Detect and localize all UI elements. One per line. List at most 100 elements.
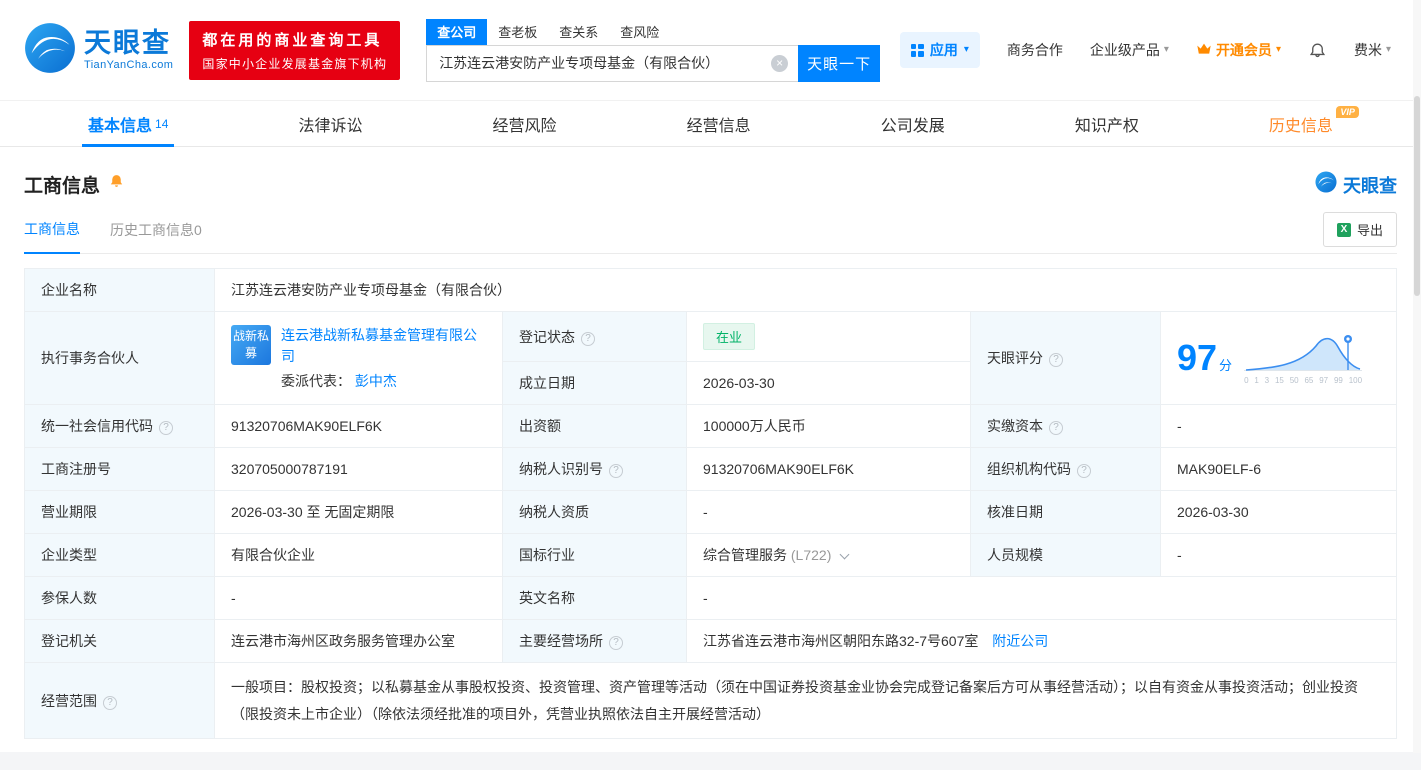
reg-authority-label: 登记机关 — [24, 619, 215, 663]
search-tab-company[interactable]: 查公司 — [426, 18, 488, 45]
brand-domain: TianYanCha.com — [84, 58, 174, 71]
notifications-bell-icon[interactable] — [1308, 41, 1327, 60]
open-vip-button[interactable]: 开通会员 ▾ — [1196, 40, 1281, 60]
search-input-wrap: × — [426, 44, 799, 82]
search-button[interactable]: 天眼一下 — [798, 44, 881, 82]
scrollbar-thumb[interactable] — [1414, 96, 1420, 296]
section-header: 工商信息 天眼查 — [24, 171, 1397, 198]
tab-basic-info[interactable]: 基本信息 14 — [60, 101, 196, 147]
search-tab-risk[interactable]: 查风险 — [609, 19, 670, 45]
tab-intellectual-property[interactable]: 知识产权 — [1047, 101, 1167, 146]
business-place-value: 江苏省连云港市海州区朝阳东路32-7号607室 附近公司 — [686, 619, 1397, 663]
delegate-name-link[interactable]: 彭中杰 — [355, 373, 397, 389]
header-menu: 应用 ▾ 商务合作 企业级产品 ▾ 开通会员 ▾ 费米 ▾ — [899, 32, 1391, 68]
capital-value: 100000万人民币 — [686, 404, 971, 448]
help-icon[interactable]: ? — [159, 421, 173, 435]
main-content: 工商信息 天眼查 工商信息 历史工商信息0 X 导出 企业名称 江苏连云港安防产… — [0, 171, 1421, 740]
search-area: 查公司 查老板 查关系 查风险 × 天眼一下 — [426, 18, 881, 82]
section-title: 工商信息 — [24, 176, 101, 197]
business-info-table: 企业名称 江苏连云港安防产业专项母基金（有限合伙） 执行事务合伙人 战新私募 连… — [24, 268, 1397, 740]
menu-enterprise-products[interactable]: 企业级产品 ▾ — [1090, 40, 1169, 60]
tab-history-info[interactable]: 历史信息 VIP — [1241, 101, 1361, 146]
org-code-value: MAK90ELF-6 — [1160, 447, 1397, 491]
chevron-down-icon: ▾ — [1163, 44, 1169, 55]
page-bottom-background — [0, 752, 1421, 770]
business-info-subtabs: 工商信息 历史工商信息0 X 导出 — [24, 210, 1397, 254]
search-tab-relation[interactable]: 查关系 — [548, 19, 609, 45]
tab-history-info-label: 历史信息 — [1268, 117, 1333, 135]
approval-date-value: 2026-03-30 — [1160, 490, 1397, 534]
monitor-bell-icon[interactable] — [108, 173, 125, 196]
help-icon[interactable]: ? — [1049, 353, 1063, 367]
tab-company-development[interactable]: 公司发展 — [853, 101, 973, 146]
crown-icon — [1196, 42, 1212, 59]
establish-date-value: 2026-03-30 — [686, 361, 971, 405]
search-tab-boss[interactable]: 查老板 — [487, 19, 548, 45]
score-chart-ticks: 01 3 15 50 65 97 99 100 — [1244, 375, 1363, 385]
export-button[interactable]: X 导出 — [1322, 212, 1397, 247]
vip-label: 开通会员 — [1215, 42, 1272, 58]
table-row: 参保人数 - 英文名称 - — [24, 576, 1397, 620]
help-icon[interactable]: ? — [609, 636, 623, 650]
table-row: 登记机关 连云港市海州区政务服务管理办公室 主要经营场所? 江苏省连云港市海州区… — [24, 619, 1397, 663]
enterprise-label: 企业级产品 — [1089, 42, 1160, 58]
help-icon[interactable]: ? — [581, 331, 595, 346]
company-type-label: 企业类型 — [24, 533, 215, 577]
taxpayer-id-label: 纳税人识别号? — [502, 447, 687, 491]
partner-company-link[interactable]: 连云港战新私募基金管理有限公司 — [281, 325, 486, 367]
tab-basic-info-label: 基本信息 — [88, 117, 153, 135]
chevron-down-icon[interactable] — [839, 549, 850, 560]
help-icon[interactable]: ? — [1077, 464, 1091, 478]
subtab-business-info[interactable]: 工商信息 — [24, 219, 80, 254]
export-label: 导出 — [1356, 223, 1383, 238]
watermark-logo-icon — [1315, 171, 1337, 198]
reg-status-label: 登记状态? — [502, 311, 687, 362]
tab-basic-info-count: 14 — [155, 116, 169, 131]
table-row: 企业名称 江苏连云港安防产业专项母基金（有限合伙） — [24, 268, 1397, 312]
scrollbar[interactable] — [1413, 0, 1421, 753]
clear-search-icon[interactable]: × — [771, 54, 789, 72]
approval-date-label: 核准日期 — [970, 490, 1161, 534]
partner-avatar[interactable]: 战新私募 — [231, 325, 271, 365]
subtab-history-business-info[interactable]: 历史工商信息0 — [110, 220, 202, 253]
tab-legal-proceedings[interactable]: 法律诉讼 — [270, 101, 390, 146]
taxpayer-quality-label: 纳税人资质 — [502, 490, 687, 534]
brand-name: 天眼查 — [84, 27, 171, 58]
help-icon[interactable]: ? — [103, 695, 117, 710]
score-unit: 分 — [1219, 358, 1233, 373]
tab-operating-risk[interactable]: 经营风险 — [465, 101, 585, 146]
tianyancha-page: 天眼查 TianYanCha.com 都在用的商业查询工具 国家中小企业发展基金… — [0, 0, 1421, 770]
apps-menu-button[interactable]: 应用 ▾ — [899, 32, 980, 68]
user-account-menu[interactable]: 费米 ▾ — [1354, 40, 1391, 60]
nearby-companies-link[interactable]: 附近公司 — [992, 633, 1048, 649]
help-icon[interactable]: ? — [609, 464, 623, 478]
tianyancha-logo[interactable]: 天眼查 TianYanCha.com — [24, 22, 173, 79]
search-tabs: 查公司 查老板 查关系 查风险 — [426, 18, 880, 45]
tab-business-info[interactable]: 经营信息 — [659, 101, 779, 146]
insured-count-value: - — [214, 576, 503, 620]
company-nav-tabs: 基本信息 14 法律诉讼 经营风险 经营信息 公司发展 知识产权 历史信息 VI… — [0, 100, 1421, 147]
help-icon[interactable]: ? — [1049, 421, 1063, 435]
business-place-label: 主要经营场所? — [502, 619, 687, 663]
english-name-value: - — [686, 576, 1397, 620]
paid-capital-value: - — [1160, 404, 1397, 448]
staff-size-label: 人员规模 — [970, 533, 1161, 577]
capital-label: 出资额 — [502, 404, 687, 448]
insured-count-label: 参保人数 — [24, 576, 215, 620]
company-type-value: 有限合伙企业 — [214, 533, 503, 577]
industry-value[interactable]: 综合管理服务 (L722) — [686, 533, 971, 577]
status-badge: 在业 — [703, 323, 756, 350]
tianyancha-logo-icon — [24, 22, 76, 79]
industry-code: (L722) — [790, 547, 832, 563]
header: 天眼查 TianYanCha.com 都在用的商业查询工具 国家中小企业发展基金… — [0, 0, 1421, 100]
vip-badge: VIP — [1336, 106, 1359, 118]
business-address: 江苏省连云港市海州区朝阳东路32-7号607室 — [703, 633, 979, 649]
score-value: 97 — [1177, 337, 1218, 378]
menu-cooperation[interactable]: 商务合作 — [1007, 40, 1063, 60]
search-input[interactable] — [426, 44, 799, 82]
excel-icon: X — [1336, 222, 1351, 237]
table-row: 企业类型 有限合伙企业 国标行业 综合管理服务 (L722) 人员规模 - — [24, 533, 1397, 577]
credit-code-value: 91320706MAK90ELF6K — [214, 404, 503, 448]
executive-partner-cell: 战新私募 连云港战新私募基金管理有限公司 委派代表： 彭中杰 — [214, 311, 503, 405]
reg-number-value: 320705000787191 — [214, 447, 503, 491]
